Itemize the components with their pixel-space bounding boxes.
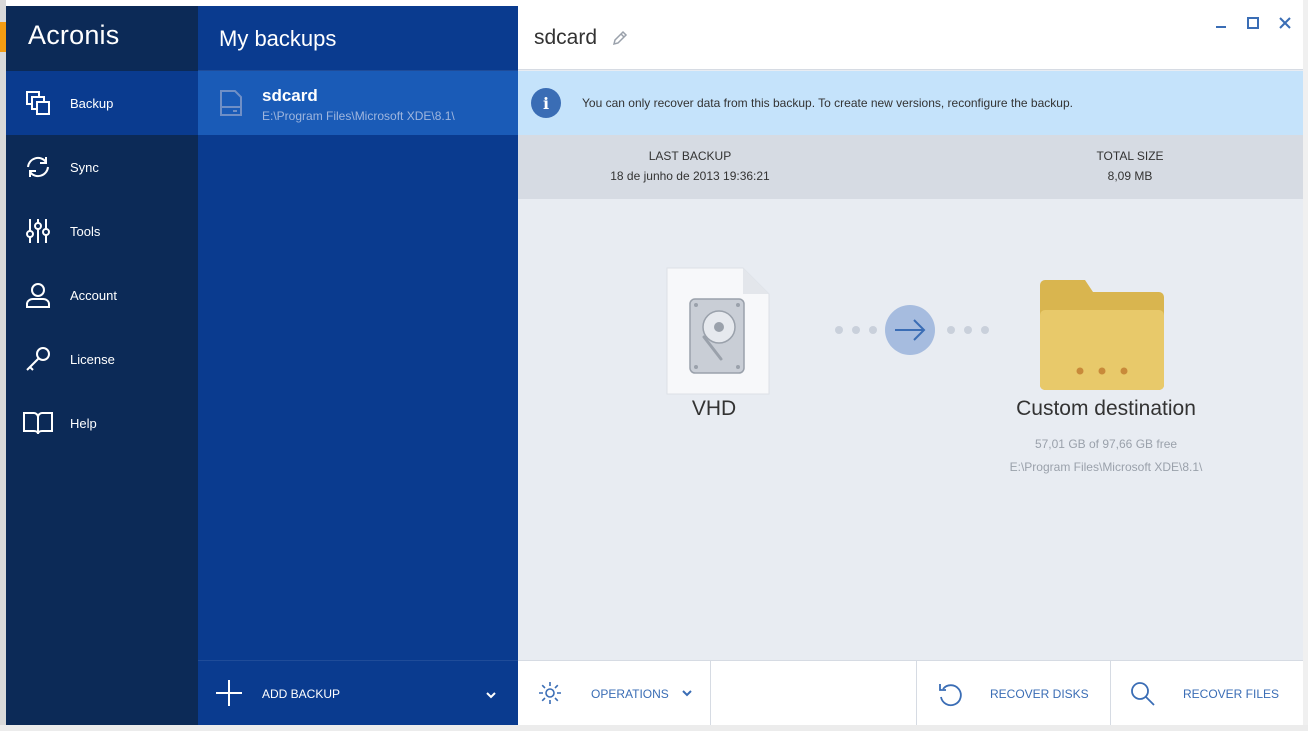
destination-free-space: 57,01 GB of 97,66 GB free bbox=[1034, 437, 1178, 451]
arrow-right-icon bbox=[885, 305, 935, 355]
nav-item-backup[interactable]: Backup bbox=[6, 71, 198, 135]
backups-list-title: My backups bbox=[219, 26, 337, 51]
add-backup-button[interactable]: ADD BACKUP bbox=[198, 660, 518, 725]
last-backup-stat: LAST BACKUP 18 de junho de 2013 19:36:21 bbox=[574, 149, 806, 183]
total-size-value: 8,09 MB bbox=[1107, 169, 1153, 183]
total-size-label: TOTAL SIZE bbox=[1096, 149, 1164, 163]
backup-name: sdcard bbox=[262, 86, 318, 105]
plus-icon bbox=[216, 680, 242, 710]
nav-item-tools[interactable]: Tools bbox=[6, 199, 198, 263]
nav-label-license: License bbox=[70, 351, 115, 367]
backup-stats: LAST BACKUP 18 de junho de 2013 19:36:21… bbox=[518, 135, 1303, 199]
nav-label-help: Help bbox=[70, 415, 97, 431]
sync-icon bbox=[6, 135, 70, 199]
flow-dot bbox=[964, 326, 972, 334]
backup-title: sdcard bbox=[534, 26, 598, 49]
flow-dot bbox=[981, 326, 989, 334]
chevron-down-icon bbox=[681, 687, 693, 702]
recover-files-label: RECOVER FILES bbox=[1183, 687, 1280, 701]
undo-arrow-icon bbox=[937, 681, 963, 710]
last-backup-value: 18 de junho de 2013 19:36:21 bbox=[610, 169, 770, 183]
backup-path: E:\Program Files\Microsoft XDE\8.1\ bbox=[262, 109, 455, 123]
nav-label-sync: Sync bbox=[70, 159, 99, 175]
backup-icon bbox=[6, 71, 70, 135]
recover-disks-label: RECOVER DISKS bbox=[990, 687, 1089, 701]
hard-drive-icon bbox=[217, 89, 243, 121]
book-icon bbox=[6, 391, 70, 455]
recover-disks-button[interactable]: RECOVER DISKS bbox=[917, 661, 1110, 725]
folder-icon bbox=[1038, 279, 1166, 395]
nav-item-help[interactable]: Help bbox=[6, 391, 198, 455]
main-nav: Acronis Backup Sync Tools Account Licens… bbox=[6, 6, 198, 725]
nav-item-account[interactable]: Account bbox=[6, 263, 198, 327]
backup-list-item[interactable]: sdcard E:\Program Files\Microsoft XDE\8.… bbox=[198, 71, 518, 135]
add-backup-label: ADD BACKUP bbox=[262, 687, 341, 701]
operations-label: OPERATIONS bbox=[591, 687, 669, 701]
info-message: You can only recover data from this back… bbox=[582, 96, 1073, 110]
tools-icon bbox=[6, 199, 70, 263]
backup-details-pane: sdcard i You can only recover data from … bbox=[518, 6, 1303, 725]
operations-button[interactable]: OPERATIONS bbox=[518, 661, 710, 725]
backups-list-panel: My backups sdcard E:\Program Files\Micro… bbox=[198, 6, 518, 725]
source-label: VHD bbox=[691, 397, 737, 420]
vhd-file-icon bbox=[666, 267, 770, 399]
total-size-stat: TOTAL SIZE 8,09 MB bbox=[1060, 149, 1200, 183]
gear-icon bbox=[538, 681, 562, 708]
last-backup-label: LAST BACKUP bbox=[648, 149, 732, 163]
nav-label-tools: Tools bbox=[70, 223, 101, 239]
key-icon bbox=[6, 327, 70, 391]
nav-item-sync[interactable]: Sync bbox=[6, 135, 198, 199]
account-icon bbox=[6, 263, 70, 327]
chevron-down-icon[interactable] bbox=[485, 686, 497, 705]
maximize-icon[interactable] bbox=[1244, 14, 1262, 32]
acronis-window: Acronis Backup Sync Tools Account Licens… bbox=[6, 6, 1303, 725]
details-header: sdcard bbox=[518, 6, 1303, 70]
backup-flow-diagram: VHD Custom destination 57,01 GB of 97,66… bbox=[518, 199, 1303, 660]
acronis-logo: Acronis bbox=[28, 20, 120, 50]
desktop-background-right bbox=[1303, 0, 1308, 731]
close-icon[interactable] bbox=[1276, 14, 1294, 32]
nav-label-backup: Backup bbox=[70, 95, 114, 111]
flow-dot bbox=[947, 326, 955, 334]
divider bbox=[710, 661, 711, 725]
minimize-icon[interactable] bbox=[1212, 14, 1230, 32]
recover-files-button[interactable]: RECOVER FILES bbox=[1111, 661, 1303, 725]
search-icon bbox=[1130, 681, 1156, 710]
destination-label: Custom destination bbox=[1016, 397, 1196, 420]
info-banner: i You can only recover data from this ba… bbox=[518, 71, 1303, 135]
flow-dot bbox=[835, 326, 843, 334]
destination-path: E:\Program Files\Microsoft XDE\8.1\ bbox=[1009, 460, 1203, 474]
nav-label-account: Account bbox=[70, 287, 117, 303]
details-footer: OPERATIONS RECOVER DISKS RECOVER FILES bbox=[518, 660, 1303, 725]
flow-dot bbox=[852, 326, 860, 334]
flow-dot bbox=[869, 326, 877, 334]
desktop-background-bottom bbox=[0, 725, 1308, 731]
info-icon: i bbox=[531, 88, 561, 118]
nav-item-license[interactable]: License bbox=[6, 327, 198, 391]
edit-pencil-icon[interactable] bbox=[612, 30, 628, 50]
